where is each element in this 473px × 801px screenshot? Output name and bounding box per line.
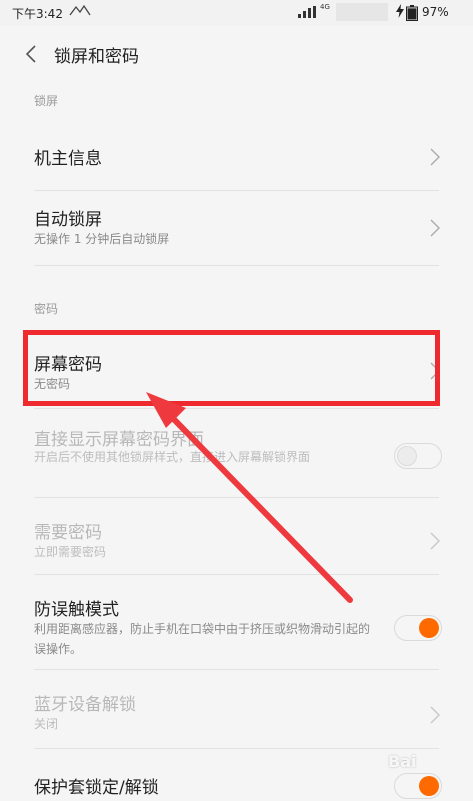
direct-show-toggle[interactable] xyxy=(394,443,442,469)
divider xyxy=(34,265,439,266)
network-type: 4G xyxy=(320,3,330,11)
setting-direct-show-password: 直接显示屏幕密码界面 开启后不使用其他锁屏样式，直接进入屏幕解锁界面 xyxy=(0,409,473,497)
chevron-right-icon xyxy=(430,706,440,724)
setting-label: 防误触模式 xyxy=(34,600,119,620)
setting-description: 利用距离感应器，防止手机在口袋中由于挤压或织物滑动引起的误操作。 xyxy=(34,622,371,656)
chevron-right-icon xyxy=(430,532,440,550)
battery-percent: 97% xyxy=(422,5,449,19)
title-bar: 锁屏和密码 xyxy=(0,26,473,84)
annotation-highlight-box xyxy=(23,330,440,406)
status-bar: 下午3:42 4G 97% xyxy=(0,0,473,26)
setting-label: 蓝牙设备解锁 xyxy=(34,695,136,715)
setting-description: 关闭 xyxy=(34,717,59,731)
setting-auto-lock[interactable]: 自动锁屏 无操作 1 分钟后自动锁屏 xyxy=(0,191,473,265)
notification-icon xyxy=(68,4,92,21)
section-header-password: 密码 xyxy=(34,302,59,316)
signal-icon xyxy=(298,6,316,18)
setting-require-password: 需要密码 立即需要密码 xyxy=(0,498,473,574)
setting-label: 机主信息 xyxy=(34,149,102,169)
toggle-knob xyxy=(419,618,439,638)
setting-label: 需要密码 xyxy=(34,523,102,543)
toggle-knob xyxy=(397,446,417,466)
battery-icon xyxy=(406,5,418,21)
section-header-lockscreen: 锁屏 xyxy=(34,94,59,108)
setting-description: 开启后不使用其他锁屏样式，直接进入屏幕解锁界面 xyxy=(34,450,311,464)
anti-mistouch-toggle[interactable] xyxy=(394,615,442,641)
chevron-right-icon xyxy=(430,148,440,166)
case-lock-toggle[interactable] xyxy=(394,773,442,799)
toggle-knob xyxy=(419,776,439,796)
back-arrow-icon[interactable] xyxy=(20,42,44,66)
status-time: 下午3:42 xyxy=(12,7,63,21)
setting-label: 自动锁屏 xyxy=(34,210,102,230)
page-title: 锁屏和密码 xyxy=(54,47,139,67)
settings-screen: 下午3:42 4G 97% 锁屏和密码 锁屏 机主信息 自动锁屏 无操作 1 分… xyxy=(0,0,473,801)
setting-owner-info[interactable]: 机主信息 xyxy=(0,122,473,190)
setting-anti-mistouch[interactable]: 防误触模式 利用距离感应器，防止手机在口袋中由于挤压或织物滑动引起的误操作。 xyxy=(0,575,473,669)
settings-list: 锁屏 机主信息 自动锁屏 无操作 1 分钟后自动锁屏 密码 屏幕密码 无密码 直… xyxy=(0,84,473,801)
setting-bluetooth-unlock: 蓝牙设备解锁 关闭 xyxy=(0,670,473,748)
setting-description: 立即需要密码 xyxy=(34,545,107,559)
setting-description: 无操作 1 分钟后自动锁屏 xyxy=(34,232,170,246)
watermark: Bai xyxy=(388,752,417,771)
setting-label: 保护套锁定/解锁 xyxy=(34,778,159,798)
blurred-area xyxy=(336,3,388,21)
chevron-right-icon xyxy=(430,219,440,237)
charging-icon xyxy=(396,4,404,21)
